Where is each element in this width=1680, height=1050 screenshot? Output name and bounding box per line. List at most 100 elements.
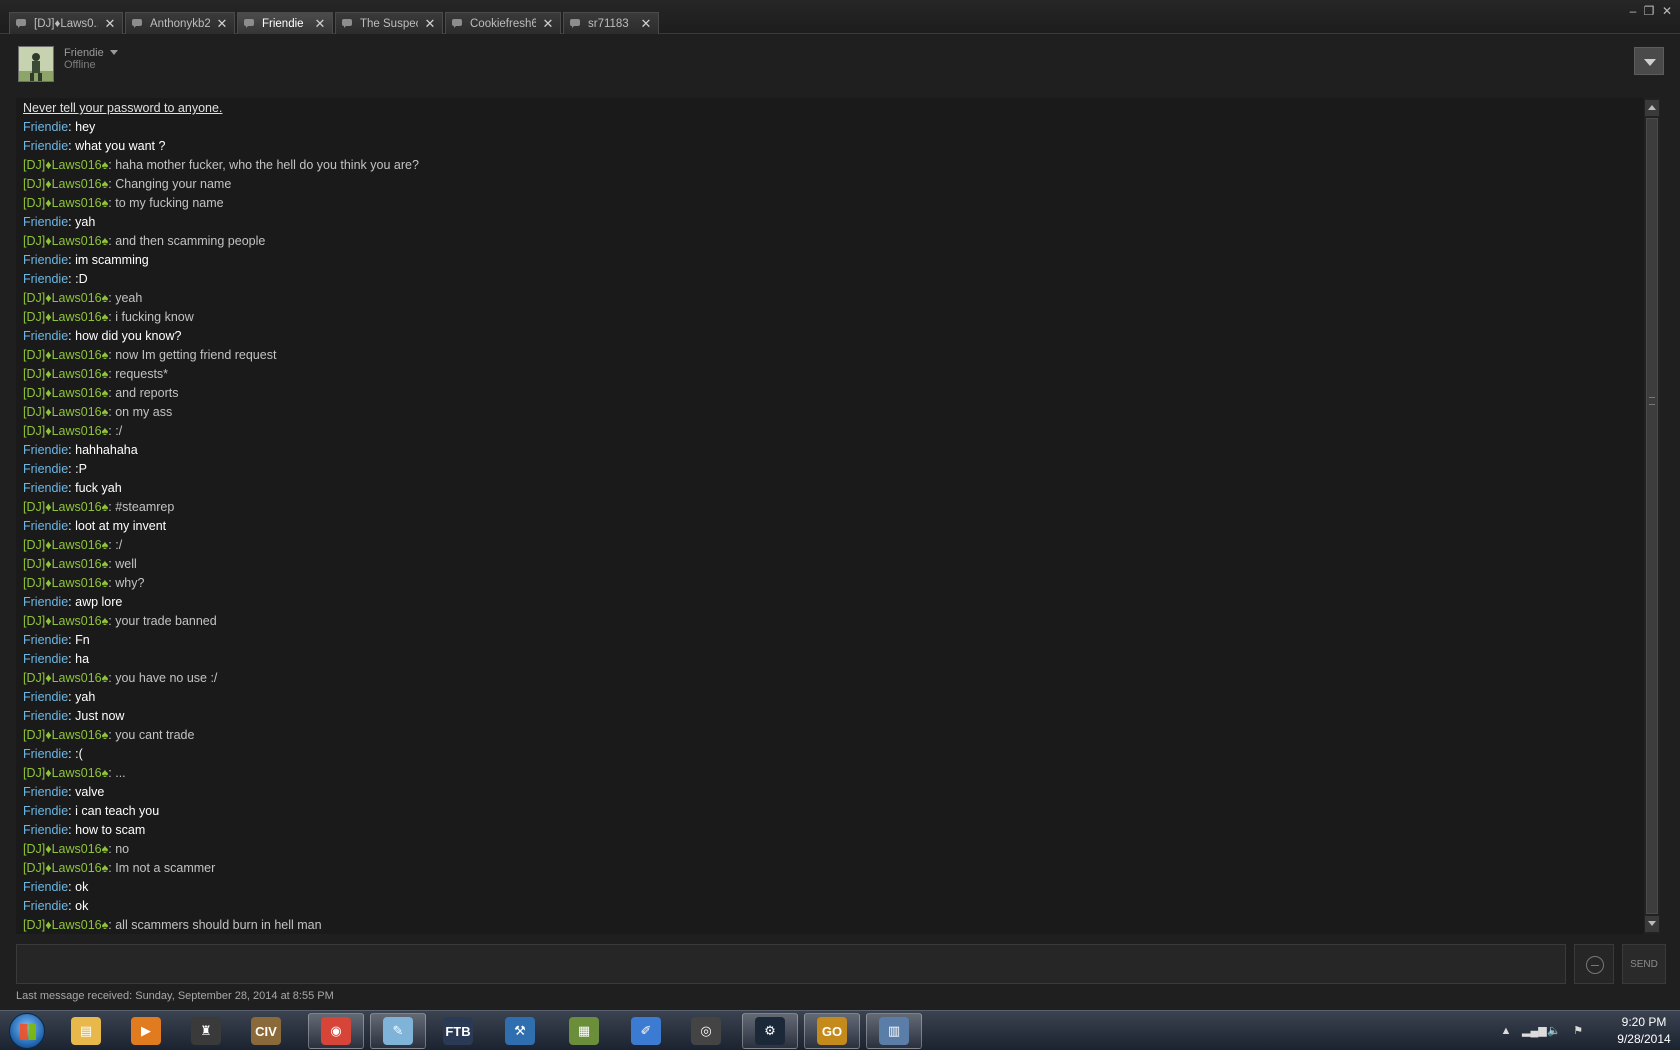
tab-anthonykb22[interactable]: Anthonykb22 ✕ (125, 12, 235, 34)
taskbar-app-chrome[interactable]: ◉ (308, 1013, 364, 1049)
send-button[interactable]: SEND (1622, 944, 1666, 984)
taskbar-app-csgo[interactable]: GO (804, 1013, 860, 1049)
taskbar-app-minecraft[interactable]: ▦ (556, 1013, 612, 1049)
steam-icon: ⚙ (755, 1017, 785, 1045)
message-sender[interactable]: [DJ]♦Laws016♠ (23, 424, 108, 438)
message-sender[interactable]: [DJ]♦Laws016♠ (23, 405, 108, 419)
message-sender[interactable]: Friendie (23, 519, 68, 533)
taskbar-app-notepad[interactable]: ✎ (370, 1013, 426, 1049)
message-sender[interactable]: [DJ]♦Laws016♠ (23, 500, 108, 514)
message-input[interactable] (16, 944, 1566, 984)
taskbar-app-civilization[interactable]: CIV (238, 1013, 294, 1049)
message-sender[interactable]: [DJ]♦Laws016♠ (23, 177, 108, 191)
message-sender[interactable]: Friendie (23, 329, 68, 343)
minimize-button[interactable]: – (1626, 4, 1640, 18)
taskbar-app-file-explorer[interactable]: ▤ (58, 1013, 114, 1049)
tab-label: Anthonykb22 (150, 17, 210, 30)
clock-date[interactable]: 9/28/2014 (1612, 1032, 1676, 1046)
friend-name-dropdown[interactable]: Friendie (64, 47, 104, 59)
message-sender[interactable]: Friendie (23, 272, 68, 286)
message-sender[interactable]: Friendie (23, 804, 68, 818)
taskbar-app-audio-app[interactable]: ♜ (178, 1013, 234, 1049)
message-sender[interactable]: [DJ]♦Laws016♠ (23, 310, 108, 324)
tab-the-suspect[interactable]: The Suspect ✕ (335, 12, 443, 34)
message-sender[interactable]: [DJ]♦Laws016♠ (23, 386, 108, 400)
close-window-button[interactable]: ✕ (1660, 4, 1674, 18)
tab-sr71183[interactable]: sr71183 ✕ (563, 12, 659, 34)
message-text: #steamrep (115, 500, 175, 514)
close-icon[interactable]: ✕ (640, 16, 652, 32)
tab-laws016[interactable]: [DJ]♦Laws0... ✕ (9, 12, 123, 34)
clock-time[interactable]: 9:20 PM (1612, 1015, 1676, 1029)
taskbar-app-media-player[interactable]: ▶ (118, 1013, 174, 1049)
message-sender[interactable]: Friendie (23, 120, 68, 134)
message-sender[interactable]: [DJ]♦Laws016♠ (23, 861, 108, 875)
message-sender[interactable]: Friendie (23, 481, 68, 495)
message-sender[interactable]: [DJ]♦Laws016♠ (23, 918, 108, 932)
network-icon[interactable]: ▂▄▆ (1522, 1023, 1547, 1039)
message-sender[interactable]: [DJ]♦Laws016♠ (23, 348, 108, 362)
message-sender[interactable]: Friendie (23, 747, 68, 761)
chat-scrollbar[interactable] (1644, 98, 1660, 934)
taskbar-app-ftb[interactable]: FTB (430, 1013, 486, 1049)
taskbar-app-steam[interactable]: ⚙ (742, 1013, 798, 1049)
chat-message: Friendie: valve (23, 783, 1646, 802)
grip-icon (1649, 397, 1655, 405)
taskbar-app-calculator[interactable]: ▥ (866, 1013, 922, 1049)
message-sender[interactable]: Friendie (23, 633, 68, 647)
message-text: yah (75, 690, 96, 704)
taskbar-app-tool-app[interactable]: ⚒ (492, 1013, 548, 1049)
message-sender[interactable]: Friendie (23, 595, 68, 609)
message-sender[interactable]: [DJ]♦Laws016♠ (23, 766, 108, 780)
tab-cookiefresh63[interactable]: Cookiefresh63 ✕ (445, 12, 561, 34)
close-icon[interactable]: ✕ (216, 16, 228, 32)
message-sender[interactable]: Friendie (23, 785, 68, 799)
emoticon-button[interactable] (1574, 944, 1614, 984)
message-sender[interactable]: [DJ]♦Laws016♠ (23, 538, 108, 552)
message-sender[interactable]: [DJ]♦Laws016♠ (23, 576, 108, 590)
message-sender[interactable]: [DJ]♦Laws016♠ (23, 557, 108, 571)
volume-icon[interactable]: 🔈 (1546, 1023, 1562, 1039)
scroll-thumb[interactable] (1646, 118, 1658, 914)
message-sender[interactable]: Friendie (23, 215, 68, 229)
message-sender[interactable]: Friendie (23, 253, 68, 267)
action-center-flag-icon[interactable]: ⚑ (1570, 1023, 1586, 1039)
message-sender[interactable]: Friendie (23, 139, 68, 153)
tab-friendie[interactable]: Friendie ✕ (237, 12, 333, 34)
message-sender[interactable]: Friendie (23, 880, 68, 894)
close-icon[interactable]: ✕ (104, 16, 116, 32)
close-icon[interactable]: ✕ (542, 16, 554, 32)
message-sender[interactable]: Friendie (23, 823, 68, 837)
message-sender[interactable]: Friendie (23, 899, 68, 913)
message-sender[interactable]: Friendie (23, 652, 68, 666)
message-sender[interactable]: Friendie (23, 709, 68, 723)
scroll-down-button[interactable] (1645, 916, 1659, 932)
message-sender[interactable]: [DJ]♦Laws016♠ (23, 367, 108, 381)
message-text: :/ (115, 424, 123, 438)
chevron-down-icon[interactable] (110, 50, 118, 55)
message-sender[interactable]: Friendie (23, 462, 68, 476)
message-sender[interactable]: [DJ]♦Laws016♠ (23, 842, 108, 856)
restore-button[interactable]: ❐ (1642, 4, 1656, 18)
close-icon[interactable]: ✕ (424, 16, 436, 32)
start-button[interactable] (4, 1013, 50, 1049)
message-text: and reports (115, 386, 179, 400)
message-sender[interactable]: [DJ]♦Laws016♠ (23, 671, 108, 685)
message-sender[interactable]: [DJ]♦Laws016♠ (23, 291, 108, 305)
tab-bar: [DJ]♦Laws0... ✕ Anthonykb22 ✕ Friendie ✕… (0, 0, 1680, 34)
message-sender[interactable]: Friendie (23, 443, 68, 457)
message-sender[interactable]: [DJ]♦Laws016♠ (23, 728, 108, 742)
taskbar-app-paint[interactable]: ✐ (618, 1013, 674, 1049)
message-sender[interactable]: Friendie (23, 690, 68, 704)
scroll-up-button[interactable] (1645, 100, 1659, 116)
taskbar-app-video-editor[interactable]: ◎ (678, 1013, 734, 1049)
close-icon[interactable]: ✕ (314, 16, 326, 32)
message-sender[interactable]: [DJ]♦Laws016♠ (23, 158, 108, 172)
avatar[interactable] (18, 46, 54, 82)
message-sender[interactable]: [DJ]♦Laws016♠ (23, 196, 108, 210)
message-sender[interactable]: [DJ]♦Laws016♠ (23, 614, 108, 628)
chat-options-button[interactable] (1634, 47, 1664, 75)
message-sender[interactable]: [DJ]♦Laws016♠ (23, 234, 108, 248)
show-hidden-icons-button[interactable]: ▲ (1498, 1023, 1514, 1039)
chat-log: Never tell your password to anyone. Frie… (16, 98, 1646, 934)
